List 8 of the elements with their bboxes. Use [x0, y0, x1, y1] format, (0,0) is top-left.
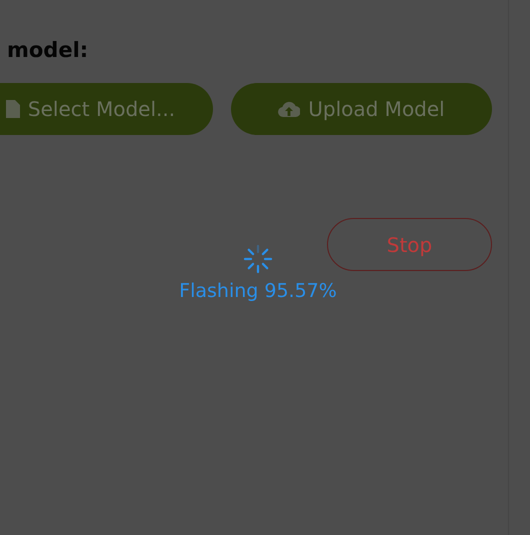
section-heading: model:: [7, 37, 90, 64]
upload-model-button[interactable]: Upload Model: [231, 83, 492, 135]
stop-button[interactable]: Stop: [327, 218, 492, 271]
cloud-upload-icon: [278, 101, 300, 117]
flashing-status: Flashing 95.57%: [179, 280, 337, 302]
file-icon: [6, 100, 20, 118]
select-model-button[interactable]: Select Model...: [0, 83, 213, 135]
spinner-icon: [243, 244, 273, 274]
